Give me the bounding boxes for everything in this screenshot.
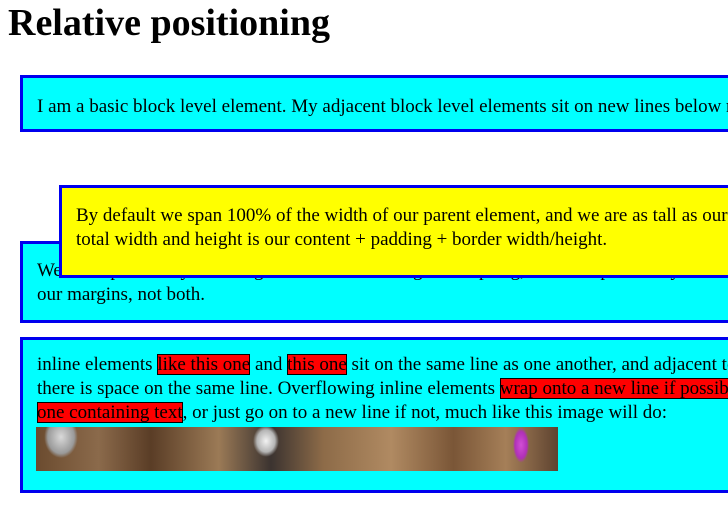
inline-span-highlight: wrap onto a new line if possible (like t… bbox=[499, 378, 728, 399]
page-title: Relative positioning bbox=[8, 2, 330, 44]
photo-image bbox=[36, 427, 558, 471]
inline-text-segment: , or just go on to a new line if not, mu… bbox=[182, 402, 668, 423]
inline-text-segment: there is space on the same line. Overflo… bbox=[37, 378, 500, 399]
inline-text-segment: and bbox=[250, 354, 288, 375]
inline-paragraph-line-3: one containing text, or just go on to a … bbox=[37, 401, 728, 425]
inline-span-highlight: like this one bbox=[157, 354, 251, 375]
basic-block-text: I am a basic block level element. My adj… bbox=[37, 96, 728, 117]
inline-span-highlight: one containing text bbox=[37, 402, 183, 423]
relative-paragraph-line-1: By default we span 100% of the width of … bbox=[76, 205, 728, 226]
relative-positioned-paragraph: By default we span 100% of the width of … bbox=[59, 185, 728, 278]
inline-span-highlight: this one bbox=[287, 354, 347, 375]
inline-text-segment: inline elements bbox=[37, 354, 158, 375]
inline-elements-paragraph: inline elements like this one and this o… bbox=[20, 337, 728, 493]
margin-paragraph-line-2: our margins, not both. bbox=[37, 284, 206, 305]
inline-paragraph-line-2: there is space on the same line. Overflo… bbox=[37, 377, 728, 401]
inline-text-segment: sit on the same line as one another, and… bbox=[351, 354, 728, 375]
inline-paragraph-line-1: inline elements like this one and this o… bbox=[37, 353, 728, 377]
relative-paragraph-line-2: total width and height is our content + … bbox=[76, 229, 608, 250]
basic-block-paragraph: I am a basic block level element. My adj… bbox=[20, 75, 728, 132]
